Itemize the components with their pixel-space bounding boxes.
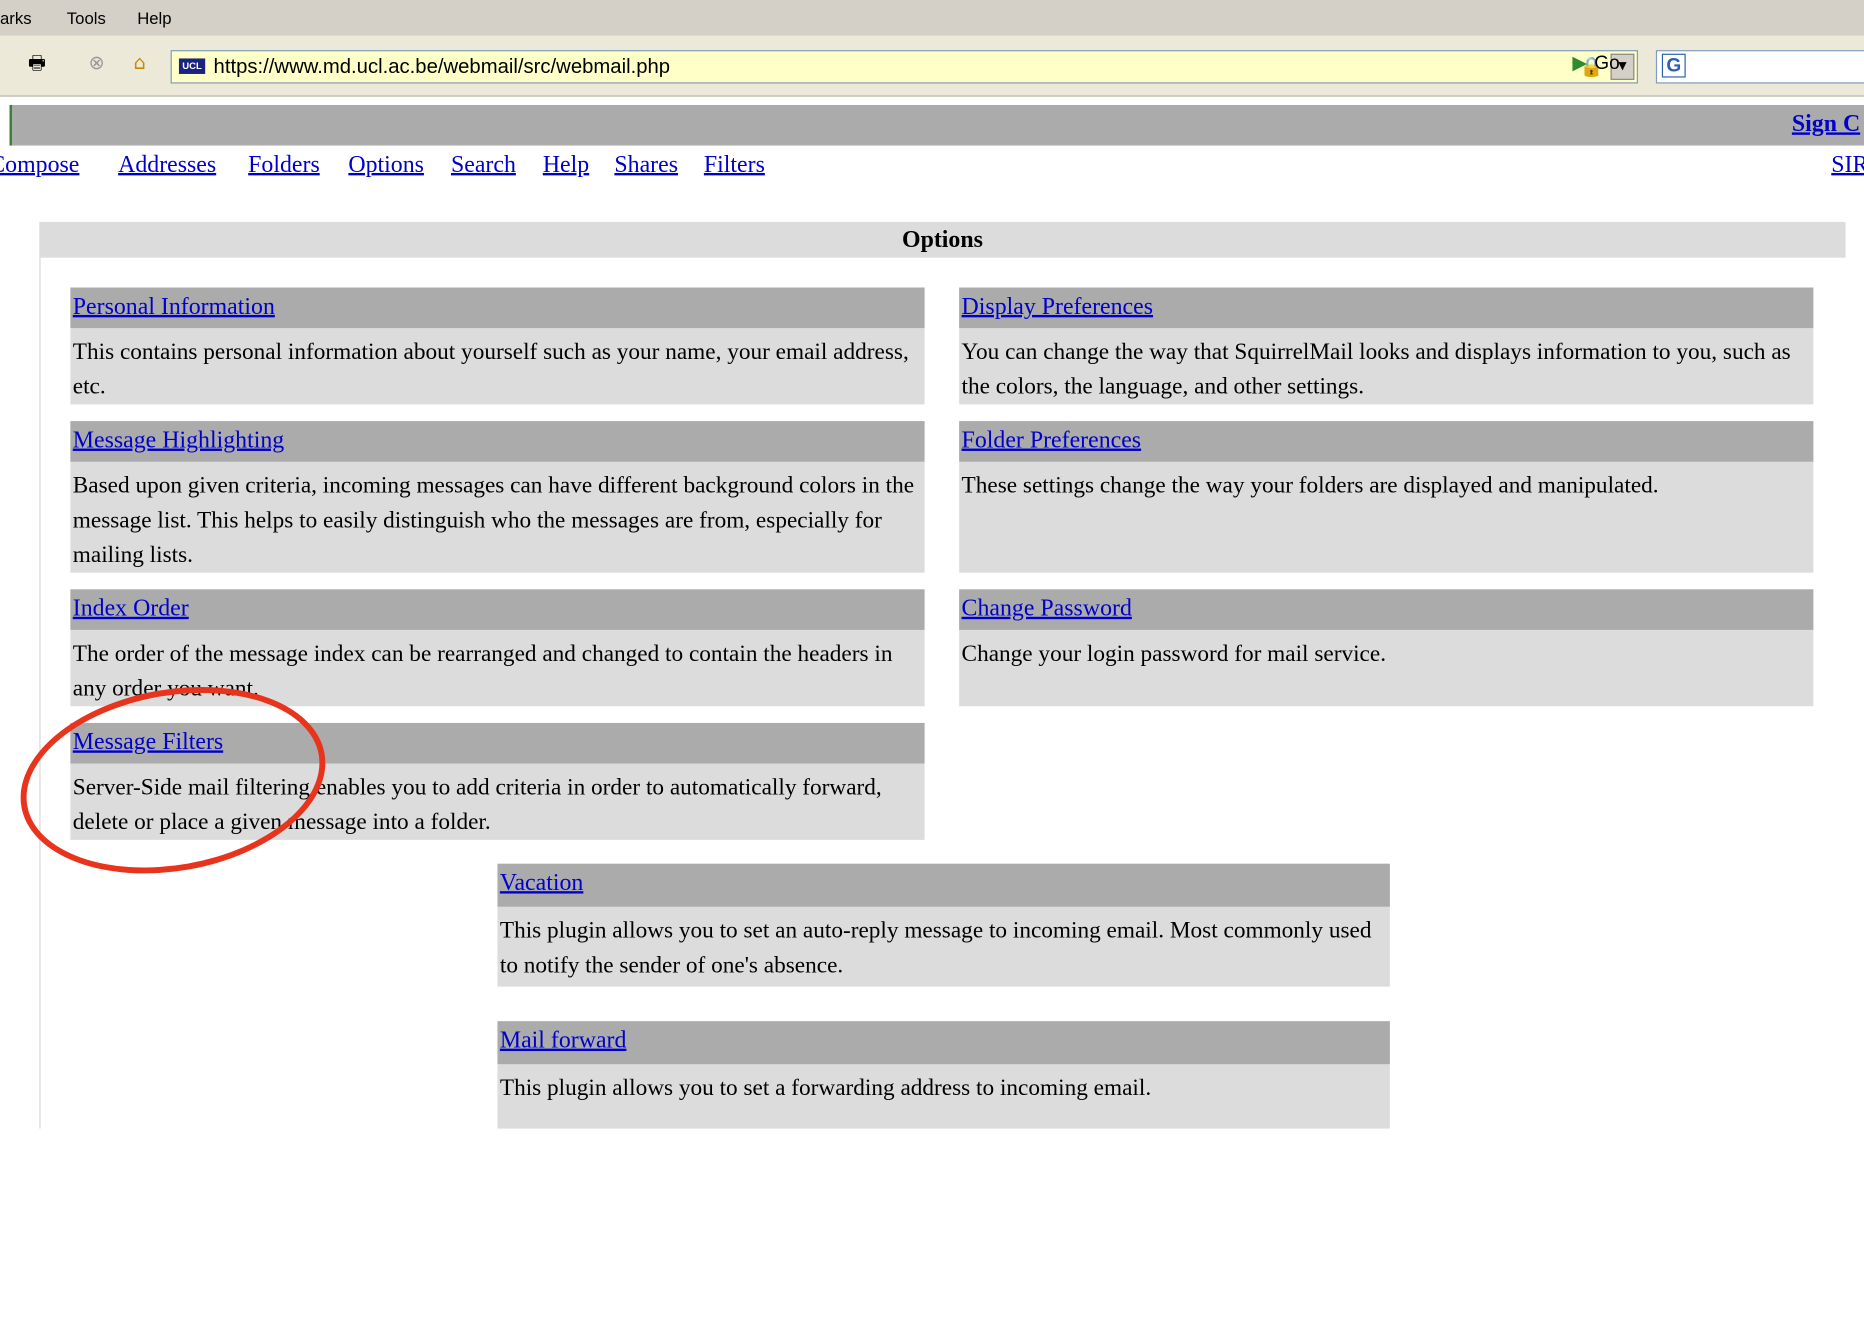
option-display-preferences: Display Preferences You can change the w… xyxy=(959,287,1814,405)
nav-addresses[interactable]: Addresses xyxy=(118,152,216,179)
nav-shares[interactable]: Shares xyxy=(614,152,678,179)
address-bar-url[interactable]: https://www.md.ucl.ac.be/webmail/src/web… xyxy=(214,55,671,79)
option-message-highlighting: Message Highlighting Based upon given cr… xyxy=(70,421,925,573)
go-label: Go xyxy=(1594,53,1620,74)
menu-tools[interactable]: Tools xyxy=(67,8,106,27)
nav-filters[interactable]: Filters xyxy=(704,152,765,179)
menu-help[interactable]: Help xyxy=(137,8,171,27)
option-description: These settings change the way your folde… xyxy=(961,473,1659,499)
nav-search[interactable]: Search xyxy=(451,152,516,179)
option-header: Index Order xyxy=(70,589,925,630)
go-icon: ▶ xyxy=(1572,51,1588,74)
option-header: Change Password xyxy=(959,589,1814,630)
change-password-link[interactable]: Change Password xyxy=(962,595,1132,622)
option-header: Display Preferences xyxy=(959,287,1814,329)
search-input[interactable]: G xyxy=(1655,50,1864,84)
option-header: Message Highlighting xyxy=(70,421,925,462)
nav-folders[interactable]: Folders xyxy=(248,152,320,179)
browser-toolbar: 🖶 ⊗ ⌂ UCL https://www.md.ucl.ac.be/webma… xyxy=(0,35,1864,97)
option-folder-preferences: Folder Preferences These settings change… xyxy=(959,421,1814,573)
nav-help[interactable]: Help xyxy=(543,152,589,179)
personal-information-link[interactable]: Personal Information xyxy=(73,293,275,320)
header-accent xyxy=(9,104,12,146)
option-description: This plugin allows you to set a forwardi… xyxy=(499,1076,1152,1102)
display-preferences-link[interactable]: Display Preferences xyxy=(962,293,1153,320)
option-header: Personal Information xyxy=(70,287,925,329)
home-icon[interactable]: ⌂ xyxy=(124,48,155,79)
option-personal-information: Personal Information This contains perso… xyxy=(70,287,925,405)
option-header: Mail forward xyxy=(497,1021,1390,1065)
vacation-link[interactable]: Vacation xyxy=(500,870,583,897)
option-header: Folder Preferences xyxy=(959,421,1814,462)
nav-options[interactable]: Options xyxy=(348,152,424,179)
option-vacation: Vacation This plugin allows you to set a… xyxy=(497,863,1390,987)
mail-forward-link[interactable]: Mail forward xyxy=(500,1027,627,1054)
option-change-password: Change Password Change your login passwo… xyxy=(959,589,1814,707)
sign-out-link[interactable]: Sign C xyxy=(1792,111,1860,138)
browser-menu-bar: arks Tools Help xyxy=(0,0,1864,36)
option-description: Change your login password for mail serv… xyxy=(961,641,1387,667)
options-title: Options xyxy=(39,221,1846,258)
webmail-header-bar: Sign C xyxy=(9,104,1864,146)
top-right-link[interactable]: SIR xyxy=(1831,152,1864,179)
stop-icon[interactable]: ⊗ xyxy=(81,48,112,79)
option-description: This contains personal information about… xyxy=(72,340,909,400)
option-description: This plugin allows you to set an auto-re… xyxy=(499,918,1372,979)
address-bar[interactable]: UCL https://www.md.ucl.ac.be/webmail/src… xyxy=(170,50,1638,84)
menu-bookmarks[interactable]: arks xyxy=(0,8,32,27)
option-description: Based upon given criteria, incoming mess… xyxy=(72,473,915,568)
go-button[interactable]: ▶ Go xyxy=(1572,51,1619,75)
print-icon[interactable]: 🖶 xyxy=(21,48,52,79)
message-highlighting-link[interactable]: Message Highlighting xyxy=(73,427,284,454)
option-mail-forward: Mail forward This plugin allows you to s… xyxy=(497,1021,1390,1129)
folder-preferences-link[interactable]: Folder Preferences xyxy=(962,427,1142,454)
option-header: Vacation xyxy=(497,863,1390,907)
option-description: You can change the way that SquirrelMail… xyxy=(961,340,1791,400)
search-engine-icon[interactable]: G xyxy=(1661,53,1686,78)
index-order-link[interactable]: Index Order xyxy=(73,595,189,622)
nav-compose[interactable]: Compose xyxy=(0,152,79,179)
site-favicon: UCL xyxy=(178,58,206,74)
